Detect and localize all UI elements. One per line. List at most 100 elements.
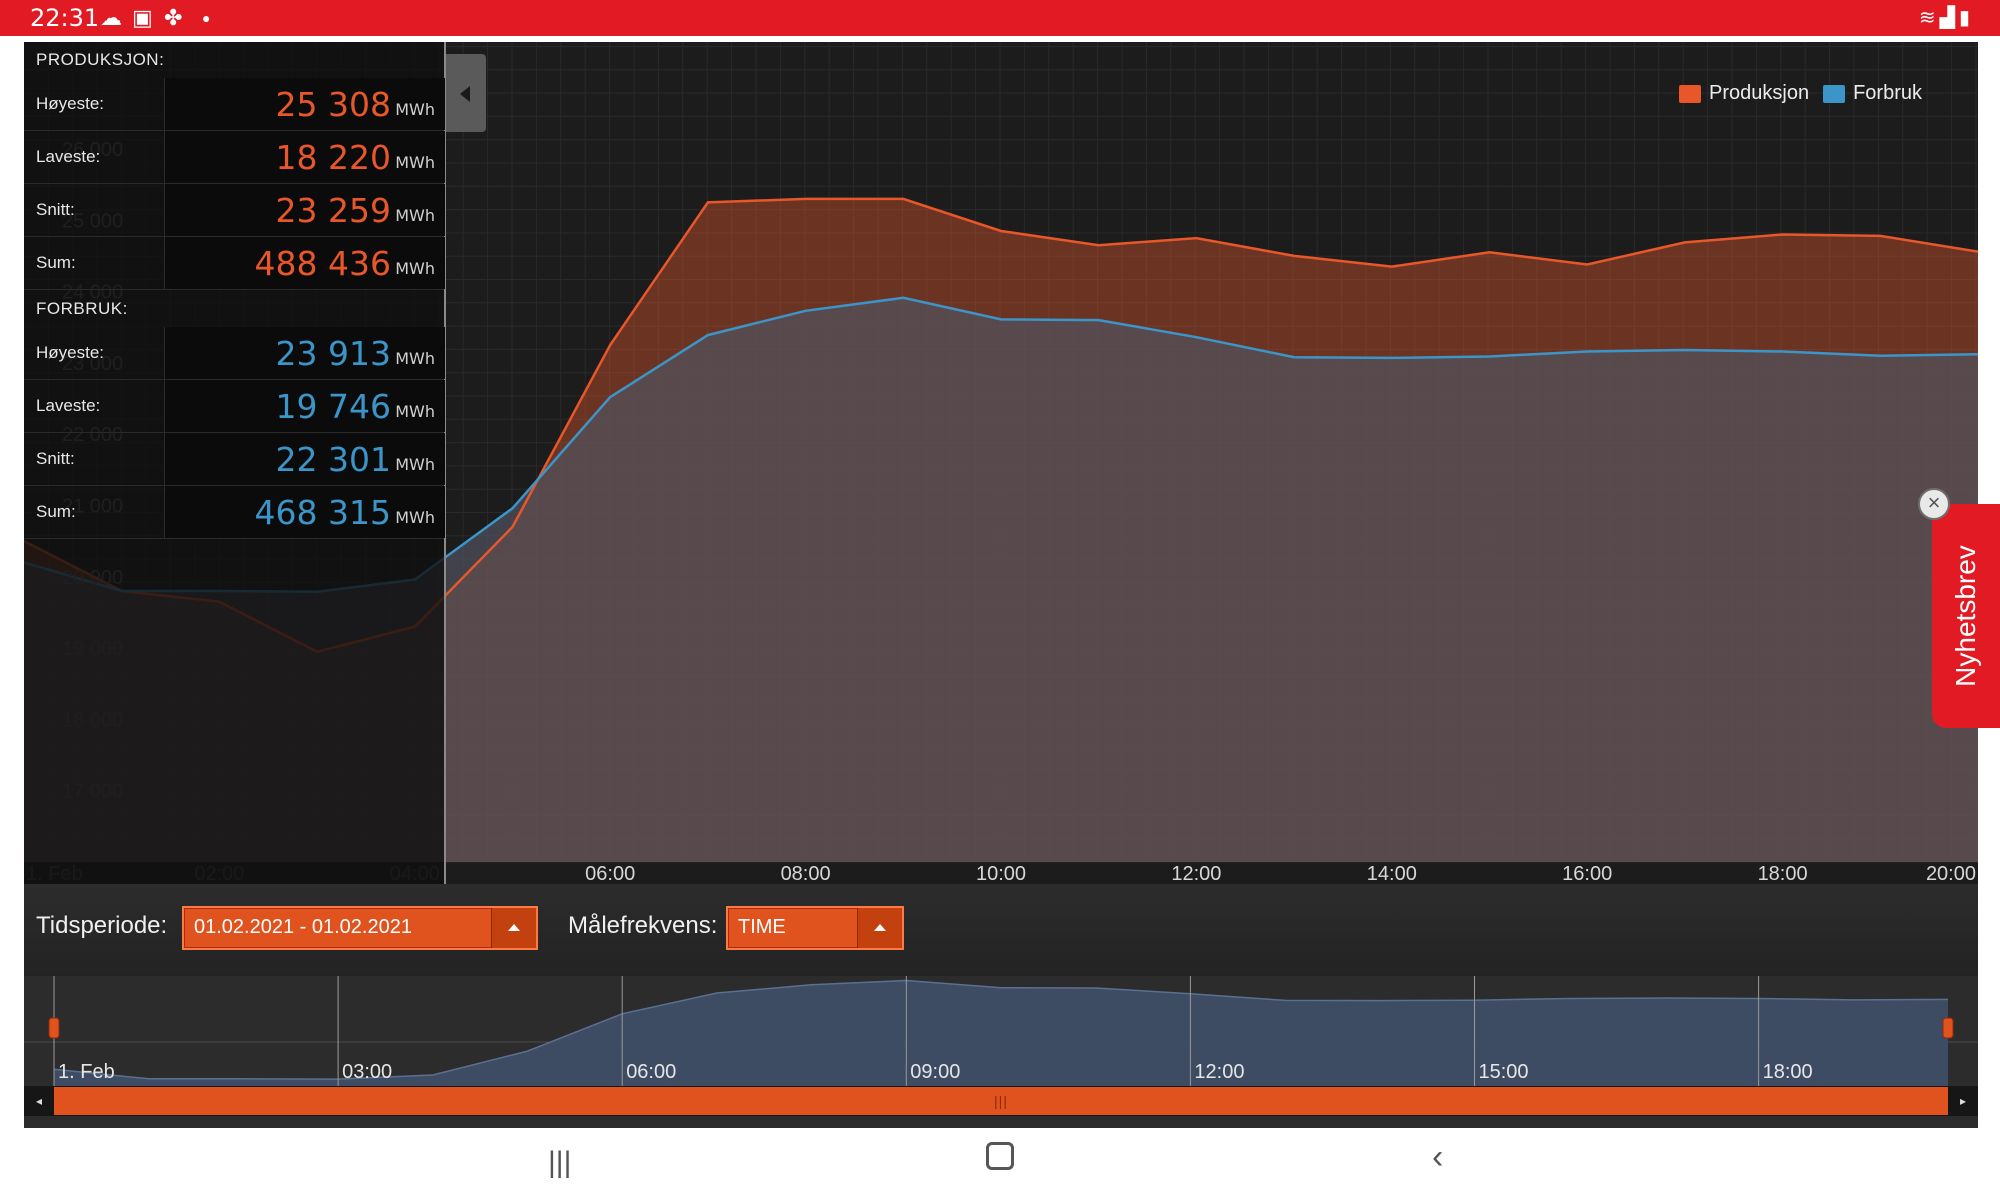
- stat-value: 25 308: [275, 85, 391, 124]
- scroll-right-icon[interactable]: ▸: [1948, 1086, 1978, 1116]
- stat-unit: MWh: [395, 349, 435, 368]
- stats-row: Snitt: 23 259 MWh: [24, 184, 445, 237]
- stat-label: Laveste:: [36, 396, 101, 415]
- caret-up-icon: [874, 924, 886, 931]
- stat-value-box: 468 315 MWh: [164, 486, 445, 538]
- stat-label: Høyeste:: [36, 343, 105, 362]
- status-time: 22:31: [30, 4, 100, 32]
- status-bar: 22:31 ☁ ▣ ✤ ● ≋▟▮: [0, 0, 2000, 36]
- signal-icon: ▟: [1939, 7, 1959, 29]
- legend-item-produksjon[interactable]: Produksjon: [1679, 82, 1809, 105]
- stat-value-box: 488 436 MWh: [164, 237, 445, 289]
- stat-unit: MWh: [395, 206, 435, 225]
- android-nav-bar: ||| ‹: [0, 1128, 2000, 1200]
- stat-label: Høyeste:: [36, 94, 105, 113]
- stat-value: 18 220: [275, 138, 391, 177]
- stat-value: 468 315: [254, 493, 391, 532]
- controls-bar: Tidsperiode: 01.02.2021 - 01.02.2021 Mål…: [24, 884, 1978, 976]
- stat-label: Laveste:: [36, 147, 101, 166]
- stat-unit: MWh: [395, 100, 435, 119]
- period-label: Tidsperiode:: [36, 912, 168, 939]
- stat-value: 23 259: [275, 191, 391, 230]
- navigator-chart: 1. Feb 03:00 06:00 09:00 12:00 15:00 18:00: [24, 976, 1978, 1086]
- frequency-label: Målefrekvens:: [568, 912, 718, 939]
- scroll-left-icon[interactable]: ◂: [24, 1086, 54, 1116]
- stat-value-box: 22 301 MWh: [164, 433, 445, 485]
- frequency-dropdown[interactable]: TIME: [726, 906, 904, 950]
- newsletter-label: Nyhetsbrev: [1950, 545, 1981, 687]
- fan-icon: ✤: [164, 5, 183, 30]
- stats-row: Laveste: 19 746 MWh: [24, 380, 445, 433]
- stat-unit: MWh: [395, 508, 435, 527]
- stat-unit: MWh: [395, 455, 435, 474]
- close-icon[interactable]: ×: [1918, 488, 1950, 520]
- navigator-handle[interactable]: [1942, 1017, 1954, 1039]
- stats-row: Sum: 468 315 MWh: [24, 486, 445, 539]
- period-dropdown[interactable]: 01.02.2021 - 01.02.2021: [182, 906, 538, 950]
- stat-value-box: 19 746 MWh: [164, 380, 445, 432]
- navigator-tick-label: 06:00: [626, 1061, 676, 1083]
- navigator-tick-label: 09:00: [910, 1061, 960, 1083]
- navigator-tick-label: 1. Feb: [58, 1061, 115, 1083]
- produksjon-title: PRODUKSJON:: [36, 50, 165, 69]
- chart-legend: Produksjon Forbruk: [1673, 82, 1922, 105]
- navigator-tick-label: 18:00: [1763, 1061, 1813, 1083]
- wifi-icon: ≋: [1918, 7, 1940, 29]
- stats-row: Sum: 488 436 MWh: [24, 237, 445, 290]
- frequency-dropdown-button[interactable]: [857, 908, 902, 948]
- legend-label: Forbruk: [1853, 82, 1922, 104]
- stat-label: Snitt:: [36, 200, 75, 219]
- stat-label: Sum:: [36, 253, 76, 272]
- collapse-panel-button[interactable]: [446, 54, 486, 132]
- period-dropdown-button[interactable]: [491, 908, 536, 948]
- recent-apps-icon[interactable]: |||: [548, 1146, 571, 1180]
- stat-value: 22 301: [275, 440, 391, 479]
- period-value: 01.02.2021 - 01.02.2021: [194, 916, 412, 938]
- frequency-value: TIME: [738, 916, 786, 938]
- status-right-icons: ≋▟▮: [1919, 4, 1974, 32]
- battery-icon: ▮: [1958, 7, 1974, 29]
- app-frame: 17 00018 00019 00020 00021 00022 00023 0…: [24, 42, 1978, 1128]
- screenshot-icon: ▣: [132, 5, 153, 30]
- stat-unit: MWh: [395, 259, 435, 278]
- stats-row: Høyeste: 25 308 MWh: [24, 78, 445, 131]
- scrollbar-thumb[interactable]: |||: [54, 1087, 1948, 1115]
- stat-value-box: 23 913 MWh: [164, 327, 445, 379]
- x-tick-label: 16:00: [1562, 863, 1612, 884]
- stat-label: Sum:: [36, 502, 76, 521]
- navigator-tick-label: 03:00: [342, 1061, 392, 1083]
- navigator-tick-label: 12:00: [1194, 1061, 1244, 1083]
- stat-value: 19 746: [275, 387, 391, 426]
- newsletter-tab[interactable]: Nyhetsbrev: [1932, 504, 2000, 728]
- stats-row: Snitt: 22 301 MWh: [24, 433, 445, 486]
- back-icon[interactable]: ‹: [1432, 1138, 1443, 1177]
- chevron-left-icon: [460, 86, 470, 102]
- navigator-handle[interactable]: [48, 1017, 60, 1039]
- stat-label: Snitt:: [36, 449, 75, 468]
- stat-value-box: 25 308 MWh: [164, 78, 445, 130]
- stat-value: 23 913: [275, 334, 391, 373]
- legend-swatch: [1823, 84, 1846, 103]
- grip-icon: |||: [994, 1093, 1008, 1109]
- stat-unit: MWh: [395, 402, 435, 421]
- home-icon[interactable]: [986, 1142, 1014, 1170]
- stats-panel: PRODUKSJON: Høyeste: 25 308 MWh Laveste:…: [24, 42, 446, 884]
- forbruk-title: FORBRUK:: [36, 299, 128, 318]
- dot-icon: ●: [202, 10, 211, 26]
- range-scrollbar[interactable]: ◂ ||| ▸: [24, 1086, 1978, 1116]
- stat-value-box: 18 220 MWh: [164, 131, 445, 183]
- stat-value-box: 23 259 MWh: [164, 184, 445, 236]
- legend-item-forbruk[interactable]: Forbruk: [1823, 82, 1922, 105]
- x-tick-label: 08:00: [781, 863, 831, 884]
- x-tick-label: 20:00: [1926, 863, 1976, 884]
- range-navigator: 1. Feb 03:00 06:00 09:00 12:00 15:00 18:00 ◂ |…: [24, 976, 1978, 1128]
- stats-row: Laveste: 18 220 MWh: [24, 131, 445, 184]
- x-tick-label: 06:00: [585, 863, 635, 884]
- stats-row: Høyeste: 23 913 MWh: [24, 327, 445, 380]
- stat-value: 488 436: [254, 244, 391, 283]
- x-tick-label: 10:00: [976, 863, 1026, 884]
- stat-unit: MWh: [395, 153, 435, 172]
- x-tick-label: 14:00: [1367, 863, 1417, 884]
- x-tick-label: 18:00: [1758, 863, 1808, 884]
- legend-label: Produksjon: [1709, 82, 1810, 104]
